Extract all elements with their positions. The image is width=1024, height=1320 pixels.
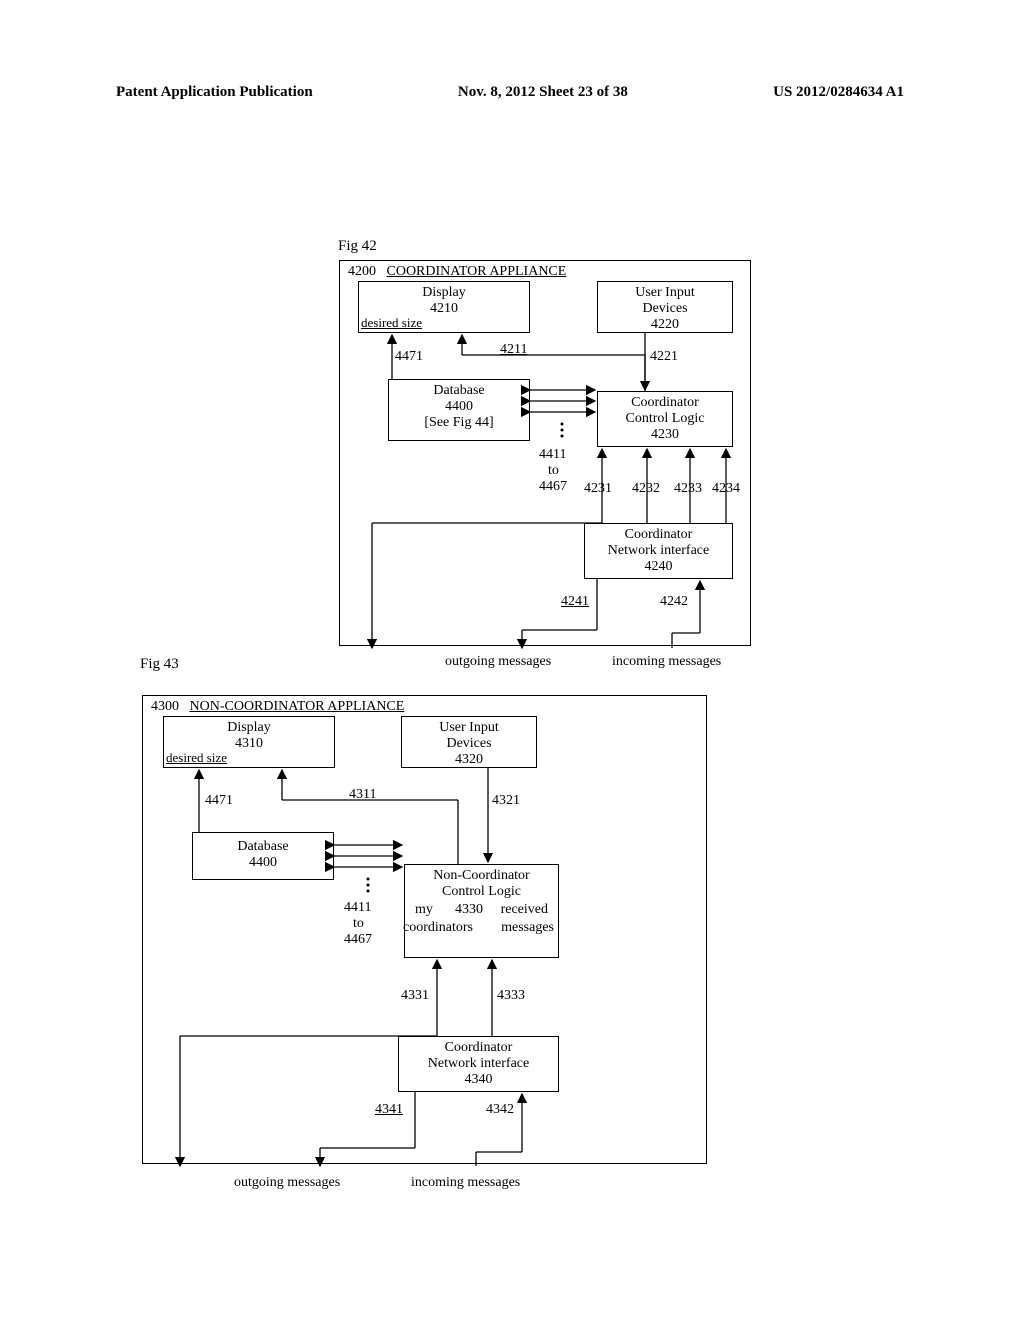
- fig43-arrows-svg: [0, 0, 1024, 1200]
